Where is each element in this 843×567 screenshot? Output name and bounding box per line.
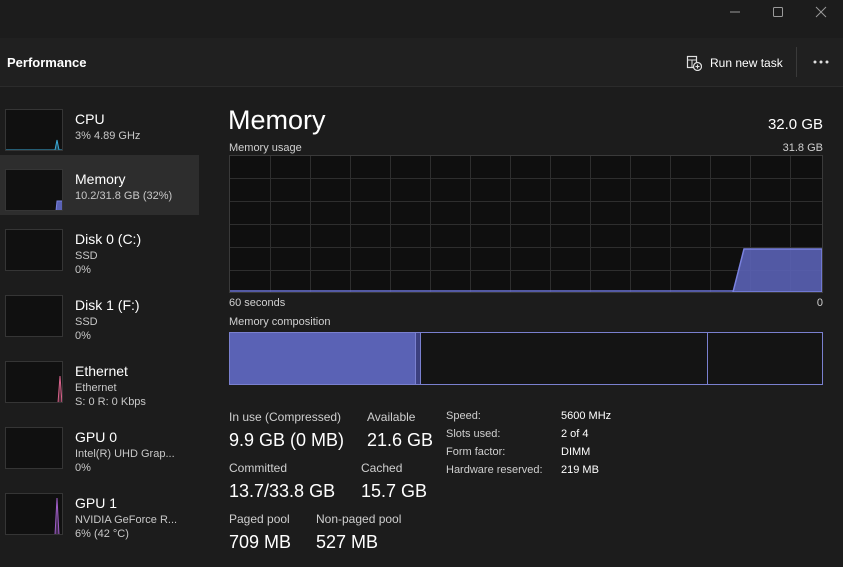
sidebar-item-detail: Intel(R) UHD Grap...	[75, 448, 175, 460]
paged-pool-value: 709 MB	[229, 532, 292, 552]
hardware-reserved-label: Hardware reserved:	[446, 464, 543, 476]
sidebar-item-value: 6% (42 °C)	[75, 528, 129, 540]
sidebar-item-detail: SSD	[75, 316, 98, 328]
maximize-icon	[773, 7, 783, 17]
memory-composition-label: Memory composition	[229, 316, 331, 328]
memory-usage-graph	[229, 155, 823, 293]
memory-mini-fill	[55, 200, 62, 210]
form-factor-label: Form factor:	[446, 446, 506, 458]
memory-usage-max: 31.8 GB	[782, 142, 823, 154]
cpu-mini-line	[6, 139, 62, 150]
memory-composition-bar	[229, 332, 823, 385]
performance-sidebar: CPU 3% 4.89 GHz Memory 10.2/31.8 GB (32%…	[0, 87, 205, 567]
header-divider	[796, 47, 797, 77]
graph-axis-right: 0	[816, 297, 823, 309]
memory-usage-label: Memory usage	[229, 142, 302, 154]
sidebar-item-detail: 3% 4.89 GHz	[75, 130, 141, 142]
sidebar-item-label: GPU 1	[75, 495, 118, 511]
more-options-icon	[813, 60, 829, 64]
available-label: Available	[367, 410, 416, 424]
sidebar-item-memory[interactable]: Memory 10.2/31.8 GB (32%)	[0, 155, 199, 215]
sidebar-item-label: GPU 0	[75, 429, 118, 445]
sidebar-item-gpu-1[interactable]: GPU 1 NVIDIA GeForce R... 6% (42 °C)	[0, 479, 199, 540]
sidebar-item-detail: Ethernet	[75, 382, 117, 394]
gpu-1-mini-graph	[5, 493, 63, 535]
memory-panel: Memory 32.0 GB Memory usage 31.8 GB 60 s…	[205, 87, 843, 567]
committed-label: Committed	[229, 461, 288, 475]
sidebar-item-disk-0[interactable]: Disk 0 (C:) SSD 0%	[0, 215, 199, 276]
memory-usage-area	[732, 248, 822, 292]
gpu-0-mini-graph	[5, 427, 63, 469]
sidebar-item-cpu[interactable]: CPU 3% 4.89 GHz	[0, 95, 199, 155]
ethernet-mini-graph	[5, 361, 63, 403]
composition-modified	[415, 333, 421, 384]
memory-mini-graph	[5, 169, 63, 211]
maximize-button[interactable]	[755, 0, 801, 24]
more-options-button[interactable]	[810, 52, 832, 72]
new-task-icon	[686, 55, 702, 71]
sidebar-item-label: CPU	[75, 111, 105, 127]
speed-label: Speed:	[446, 410, 481, 422]
sidebar-item-value: 0%	[75, 462, 91, 474]
page-title: Performance	[7, 55, 87, 70]
ethernet-mini-line	[57, 375, 62, 402]
title-bar	[0, 0, 843, 38]
cached-label: Cached	[361, 461, 403, 475]
sidebar-item-value: 0%	[75, 264, 91, 276]
close-button[interactable]	[798, 0, 843, 24]
non-paged-pool-value: 527 MB	[316, 532, 379, 552]
sidebar-item-detail: SSD	[75, 250, 98, 262]
speed-value: 5600 MHz	[561, 410, 612, 422]
in-use-label: In use (Compressed)	[229, 410, 342, 424]
sidebar-item-detail: NVIDIA GeForce R...	[75, 514, 178, 526]
run-new-task-button[interactable]: Run new task	[686, 53, 783, 73]
cpu-mini-graph	[5, 109, 63, 151]
cached-value: 15.7 GB	[361, 481, 428, 501]
sidebar-item-label: Disk 1 (F:)	[75, 297, 140, 313]
slots-used-value: 2 of 4	[561, 428, 589, 440]
memory-title: Memory	[228, 105, 326, 135]
disk-0-mini-graph	[5, 229, 63, 271]
sidebar-item-disk-1[interactable]: Disk 1 (F:) SSD 0%	[0, 281, 199, 342]
committed-value: 13.7/33.8 GB	[229, 481, 336, 501]
graph-axis-left: 60 seconds	[229, 297, 286, 309]
sidebar-item-label: Memory	[75, 171, 126, 187]
sidebar-item-detail: 10.2/31.8 GB (32%)	[75, 190, 173, 202]
sidebar-item-value: 0%	[75, 330, 91, 342]
paged-pool-label: Paged pool	[229, 512, 290, 526]
sidebar-item-label: Ethernet	[75, 363, 128, 379]
composition-in-use	[230, 333, 415, 384]
minimize-icon	[730, 11, 740, 13]
sidebar-item-label: Disk 0 (C:)	[75, 231, 142, 247]
run-new-task-label: Run new task	[710, 56, 783, 70]
gpu-1-mini-line	[54, 497, 60, 534]
in-use-value: 9.9 GB (0 MB)	[229, 430, 345, 450]
form-factor-value: DIMM	[561, 446, 591, 458]
slots-used-label: Slots used:	[446, 428, 501, 440]
sidebar-item-ethernet[interactable]: Ethernet Ethernet S: 0 R: 0 Kbps	[0, 347, 199, 408]
memory-total: 32.0 GB	[767, 116, 823, 133]
available-value: 21.6 GB	[367, 430, 434, 450]
close-icon	[815, 6, 827, 18]
non-paged-pool-label: Non-paged pool	[316, 512, 402, 526]
sidebar-item-value: S: 0 R: 0 Kbps	[75, 396, 146, 408]
page-header: Performance Run new task	[0, 38, 843, 87]
hardware-reserved-value: 219 MB	[561, 464, 599, 476]
disk-1-mini-graph	[5, 295, 63, 337]
minimize-button[interactable]	[712, 0, 758, 24]
sidebar-item-gpu-0[interactable]: GPU 0 Intel(R) UHD Grap... 0%	[0, 413, 199, 474]
composition-standby-divider	[707, 333, 708, 384]
